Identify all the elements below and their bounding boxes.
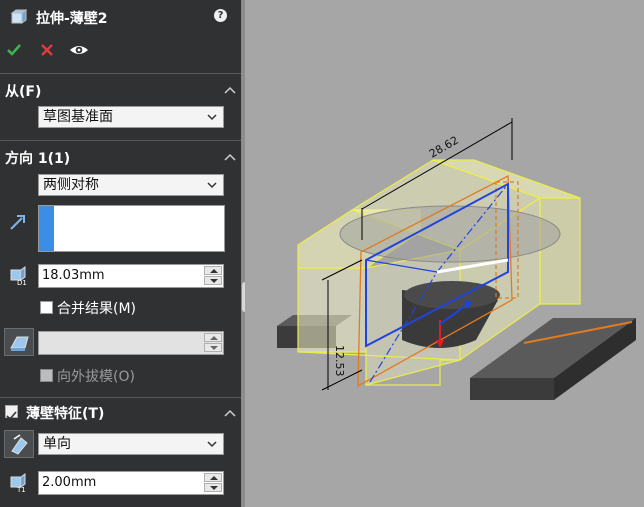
separator <box>0 397 241 398</box>
from-select-value: 草图基准面 <box>43 109 113 125</box>
thin-type-select[interactable]: 单向 <box>38 433 224 455</box>
thin-feature-section-title: 薄壁特征(T) <box>26 406 105 422</box>
depth-input[interactable]: 18.03mm <box>38 264 224 288</box>
direction1-section-title: 方向 1(1) <box>5 151 71 167</box>
base-plate-front-right <box>470 378 554 400</box>
end-condition-value: 两侧对称 <box>43 177 99 193</box>
feature-title: 拉伸-薄壁2 <box>36 11 108 27</box>
depth-dimension-icon: D1 <box>10 266 27 286</box>
graphics-viewport[interactable]: 28.62 12.53 <box>245 0 644 507</box>
extrude-thin-icon <box>10 9 27 24</box>
chevron-down-icon <box>207 441 217 448</box>
preview-eye-icon[interactable] <box>69 42 89 58</box>
thin-type-value: 单向 <box>43 436 71 452</box>
hole-bottom <box>404 281 500 309</box>
thin-feature-checkbox[interactable] <box>5 405 18 421</box>
dim-top-label[interactable]: 28.62 <box>427 134 461 161</box>
model-view[interactable]: 28.62 12.53 <box>245 0 644 507</box>
checkmark-icon <box>6 411 17 421</box>
merge-result-label: 合并结果(M) <box>57 301 137 317</box>
reverse-direction-icon <box>11 434 28 455</box>
from-section-title: 从(F) <box>5 84 42 100</box>
end-condition-select[interactable]: 两侧对称 <box>38 174 224 196</box>
direction-arrow-icon[interactable] <box>8 212 28 232</box>
help-icon[interactable]: ? <box>214 9 227 22</box>
property-manager: 拉伸-薄壁2 ? 从(F) 草图基准面 方向 1(1) 两侧对称 D1 18.0… <box>0 0 241 507</box>
svg-text:D1: D1 <box>17 279 27 286</box>
reverse-direction-button[interactable] <box>4 430 34 458</box>
body-side-face <box>539 197 581 305</box>
merge-result-checkbox[interactable] <box>40 301 53 314</box>
collapse-chevron-icon[interactable] <box>224 153 236 161</box>
spin-up-button[interactable] <box>204 473 222 482</box>
separator <box>0 140 241 141</box>
depth-value: 18.03mm <box>42 268 105 283</box>
draft-icon <box>10 336 29 351</box>
separator <box>0 73 241 74</box>
spin-up-button[interactable] <box>204 333 222 342</box>
draft-outward-label: 向外拔模(O) <box>57 369 135 385</box>
chevron-down-icon <box>207 114 217 121</box>
cancel-x-icon[interactable] <box>40 43 54 57</box>
thickness-icon: T1 <box>10 473 26 493</box>
thickness-input[interactable]: 2.00mm <box>38 471 224 495</box>
chevron-down-icon <box>207 182 217 189</box>
spin-down-button[interactable] <box>204 276 222 285</box>
spin-up-button[interactable] <box>204 266 222 275</box>
svg-text:T1: T1 <box>16 486 26 493</box>
ok-checkmark-icon[interactable] <box>6 42 22 58</box>
direction-reference-selection-box[interactable] <box>38 205 225 252</box>
collapse-chevron-icon[interactable] <box>224 86 236 94</box>
collapse-chevron-icon[interactable] <box>224 409 236 417</box>
from-select[interactable]: 草图基准面 <box>38 106 224 128</box>
dim-side-label[interactable]: 12.53 <box>333 345 346 377</box>
draft-toggle-button[interactable] <box>4 328 34 356</box>
spin-down-button[interactable] <box>204 343 222 352</box>
selection-focus-stripe <box>39 206 54 251</box>
draft-angle-input[interactable] <box>38 331 224 355</box>
body-front-left <box>297 267 367 353</box>
spin-down-button[interactable] <box>204 483 222 492</box>
thickness-value: 2.00mm <box>42 475 97 490</box>
draft-outward-checkbox[interactable] <box>40 369 53 382</box>
